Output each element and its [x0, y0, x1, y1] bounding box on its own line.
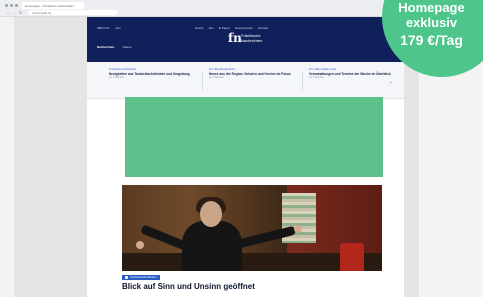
teaser-strip: Fränkische Nachrichten Neuigkeiten aus T… — [87, 62, 404, 99]
browser-tab[interactable]: Homepage - Fränkische Nachrichten — [22, 2, 84, 9]
site-logo[interactable]: fn Fränkische Nachrichten — [228, 31, 272, 45]
lead-article[interactable]: Tauberbischofsheim Blick auf Sinn und Un… — [122, 185, 382, 297]
window-close-dot[interactable] — [5, 4, 8, 7]
promo-label: Homepage exklusiv 179 €/Tag — [380, 0, 483, 49]
teaser-card[interactable]: Fränkische Nachrichten Neuigkeiten aus T… — [109, 68, 195, 96]
header-link-contests[interactable]: Gewinnspiele — [235, 26, 253, 30]
header-link-epaper[interactable]: E-Paper — [219, 26, 230, 30]
subscription-link[interactable]: Abo — [115, 26, 120, 30]
teaser-meta: vor 2 Stunden — [109, 76, 124, 79]
logo-text: Fränkische Nachrichten — [241, 33, 262, 43]
my-account-link[interactable]: MEIN FN — [97, 26, 109, 30]
nav-item-news[interactable]: Nachrichten — [97, 45, 114, 49]
chevron-right-icon[interactable]: › — [390, 80, 392, 86]
reload-icon[interactable]: ↻ — [19, 10, 22, 15]
photo-hand-left — [136, 241, 144, 249]
teaser-meta: vor 3 Stunden — [209, 76, 224, 79]
header-links: Suche Abo E-Paper Gewinnspiele Kontakt — [195, 26, 268, 30]
photo-red-chair — [340, 243, 364, 271]
window-maximize-dot[interactable] — [15, 4, 18, 7]
photo-performer-head — [200, 201, 222, 227]
article-photo[interactable] — [122, 185, 382, 271]
teaser-card[interactable]: FN • Bad Mergentheim Neues aus der Regio… — [209, 68, 295, 96]
teaser-divider — [302, 72, 303, 90]
logo-mark: fn — [228, 31, 242, 45]
address-bar[interactable]: www.fnweb.de — [28, 10, 118, 15]
back-icon[interactable]: ← — [6, 10, 10, 15]
page-viewport: MEIN FN Abo Suche Abo E-Paper Gewinnspie… — [14, 17, 419, 297]
main-nav: Nachrichten Videos — [97, 45, 131, 49]
header-link-abo[interactable]: Abo — [209, 26, 214, 30]
location-icon — [125, 276, 128, 279]
photo-hand-right — [294, 225, 302, 233]
article-headline[interactable]: Blick auf Sinn und Unsinn geöffnet — [122, 282, 255, 291]
window-minimize-dot[interactable] — [10, 4, 13, 7]
site-header: MEIN FN Abo Suche Abo E-Paper Gewinnspie… — [87, 17, 404, 62]
promo-line-2: exklusiv — [405, 15, 458, 30]
ad-banner[interactable] — [125, 97, 383, 177]
browser-window: Homepage - Fränkische Nachrichten ← → ↻ … — [0, 0, 483, 297]
photo-performer-body — [182, 221, 242, 271]
promo-price: 179 €/Tag — [400, 32, 463, 48]
header-top-left: MEIN FN Abo — [97, 26, 121, 30]
nav-item-videos[interactable]: Videos — [122, 45, 131, 49]
header-link-contact[interactable]: Kontakt — [258, 26, 268, 30]
teaser-meta: vor 5 Stunden — [309, 76, 324, 79]
header-link-search[interactable]: Suche — [195, 26, 204, 30]
logo-line-2: Nachrichten — [241, 38, 263, 43]
forward-icon[interactable]: → — [12, 10, 16, 15]
promo-line-1: Homepage — [398, 0, 465, 15]
website: MEIN FN Abo Suche Abo E-Paper Gewinnspie… — [87, 17, 404, 297]
badge-label: Tauberbischofsheim — [130, 275, 157, 279]
teaser-card[interactable]: FN • Main-Tauber-Kreis Veranstaltungen u… — [309, 68, 395, 96]
teaser-divider — [202, 72, 203, 90]
article-location-badge: Tauberbischofsheim — [122, 275, 160, 280]
